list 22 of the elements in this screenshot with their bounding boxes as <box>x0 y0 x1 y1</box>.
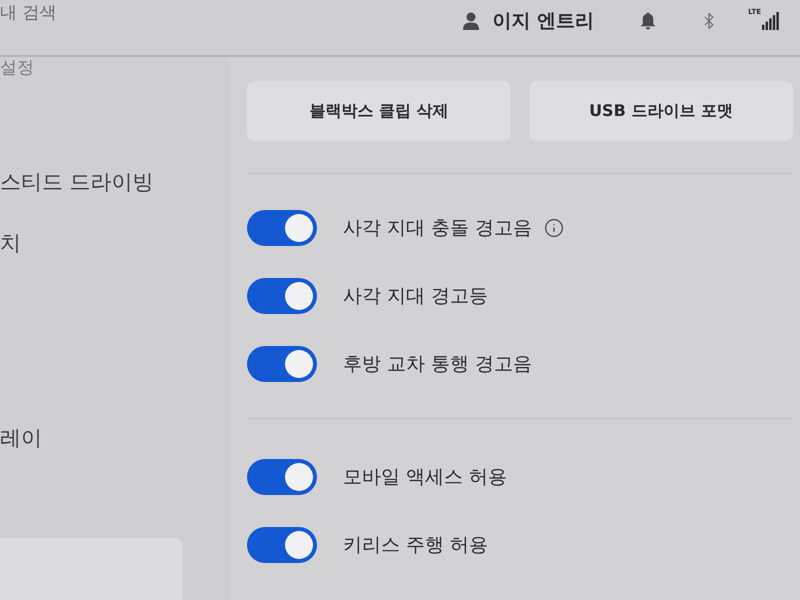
user-name[interactable]: 이지 엔트리 <box>492 8 594 34</box>
toggle-switch[interactable] <box>247 459 317 495</box>
toggle-switch[interactable] <box>247 527 317 563</box>
toggle-label: 사각 지대 충돌 경고음 <box>343 216 532 241</box>
toggle-switch[interactable] <box>247 278 317 314</box>
sidebar-item[interactable]: 치 <box>0 229 21 257</box>
toggle-label: 모바일 액세스 허용 <box>343 465 508 490</box>
bell-icon[interactable] <box>640 12 656 30</box>
user-icon[interactable] <box>462 12 479 30</box>
action-button[interactable]: 블랙박스 클립 삭제 <box>247 81 511 141</box>
sidebar-item[interactable]: 스티드 드라이빙 <box>0 168 154 196</box>
toggle-label: 키리스 주행 허용 <box>343 533 488 558</box>
search-field[interactable]: 내 검색 <box>0 0 72 26</box>
toggle-switch[interactable] <box>247 346 317 382</box>
signal-icon <box>762 12 780 30</box>
action-button[interactable]: USB 드라이브 포맷 <box>529 81 793 141</box>
toggle-label: 후방 교차 통행 경고음 <box>343 352 532 377</box>
toggle-switch[interactable] <box>247 210 317 246</box>
info-icon[interactable] <box>544 218 564 238</box>
sidebar-item[interactable]: 레이 <box>0 424 42 452</box>
toggle-label: 사각 지대 경고등 <box>343 284 488 309</box>
sidebar-heading: 설정 <box>0 57 34 79</box>
